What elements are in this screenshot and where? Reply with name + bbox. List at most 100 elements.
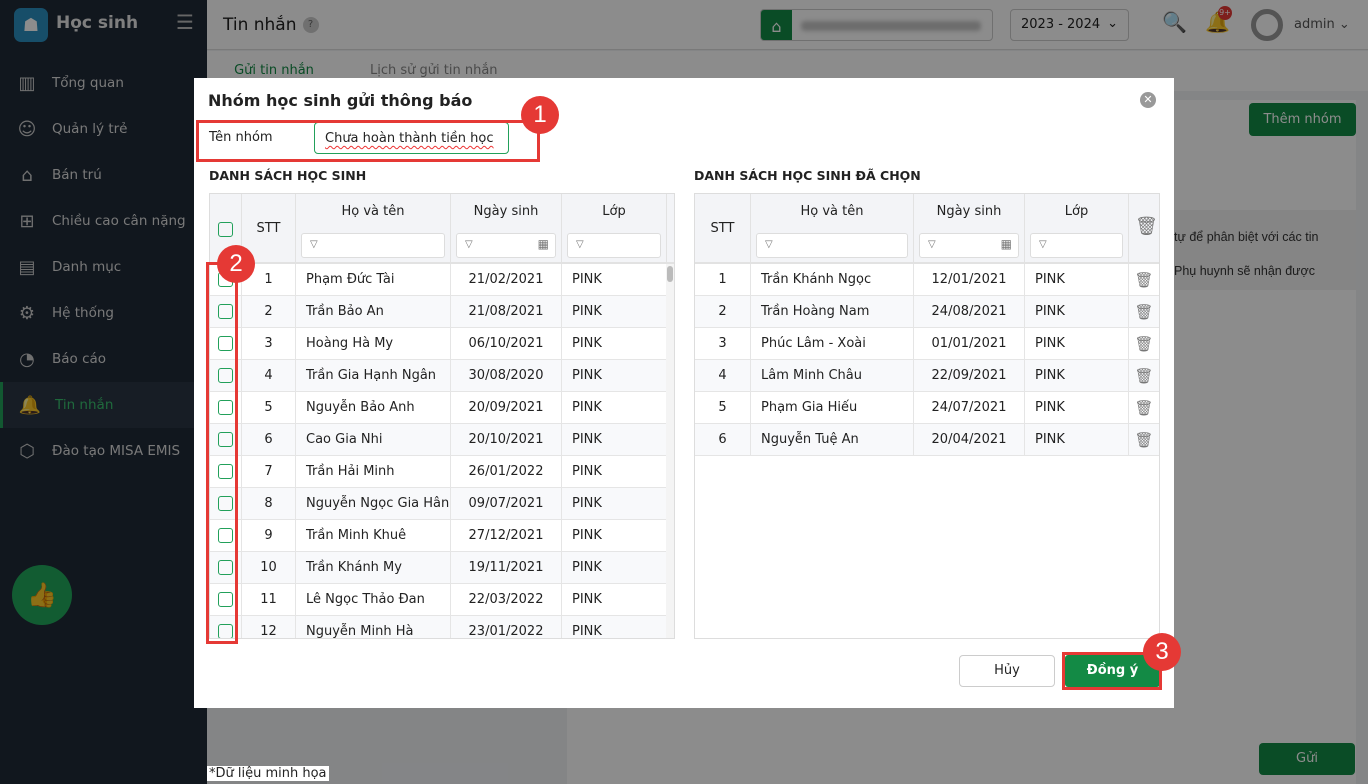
col-class: Lớp — [1064, 204, 1089, 219]
annotation-box-1 — [196, 120, 540, 162]
table-row[interactable]: 1 Phạm Đức Tài 21/02/2021 PINK — [210, 264, 668, 296]
annotation-badge-2: 2 — [217, 245, 255, 283]
cell-name: Cao Gia Nhi — [296, 424, 451, 456]
cell-stt: 6 — [695, 424, 751, 456]
delete-all-icon[interactable]: 🗑 — [1135, 216, 1158, 237]
cell-name: Trần Minh Khuê — [296, 520, 451, 552]
select-all-checkbox[interactable] — [218, 222, 233, 237]
cell-class: PINK — [562, 520, 668, 552]
calendar-icon[interactable]: ▦ — [1001, 237, 1012, 251]
table-row: 5 Phạm Gia Hiếu 24/07/2021 PINK 🗑 — [695, 392, 1159, 424]
dob-filter-input[interactable]: ▽ ▦ — [456, 233, 556, 258]
cell-stt: 8 — [242, 488, 296, 520]
cell-dob: 12/01/2021 — [914, 264, 1025, 296]
cell-name: Nguyễn Minh Hà — [296, 616, 451, 638]
table-row[interactable]: 3 Hoàng Hà My 06/10/2021 PINK — [210, 328, 668, 360]
cell-stt: 3 — [695, 328, 751, 360]
cell-name: Trần Hải Minh — [296, 456, 451, 488]
cell-dob: 06/10/2021 — [451, 328, 562, 360]
table-row[interactable]: 6 Cao Gia Nhi 20/10/2021 PINK — [210, 424, 668, 456]
col-dob: Ngày sinh — [473, 204, 539, 219]
cell-stt: 11 — [242, 584, 296, 616]
student-rows: 1 Phạm Đức Tài 21/02/2021 PINK 2 Trần Bả… — [210, 264, 668, 638]
cell-dob: 09/07/2021 — [451, 488, 562, 520]
table-row[interactable]: 9 Trần Minh Khuê 27/12/2021 PINK — [210, 520, 668, 552]
class-filter-input[interactable]: ▽ — [1030, 233, 1123, 258]
delete-row-icon[interactable]: 🗑 — [1129, 328, 1159, 360]
cell-class: PINK — [1025, 296, 1129, 328]
selected-table: STT Họ và tên ▽ Ngày sinh ▽ ▦ Lớp ▽ 🗑 1 Trần… — [694, 193, 1160, 639]
calendar-icon[interactable]: ▦ — [538, 237, 549, 251]
close-icon[interactable]: ✕ — [1140, 92, 1156, 108]
table-row[interactable]: 8 Nguyễn Ngọc Gia Hân 09/07/2021 PINK — [210, 488, 668, 520]
cell-dob: 01/01/2021 — [914, 328, 1025, 360]
cell-name: Lê Ngọc Thảo Đan — [296, 584, 451, 616]
cell-name: Trần Gia Hạnh Ngân — [296, 360, 451, 392]
cancel-button[interactable]: Hủy — [959, 655, 1055, 687]
selected-rows: 1 Trần Khánh Ngọc 12/01/2021 PINK 🗑 2 Trầ… — [695, 264, 1159, 638]
cell-dob: 26/01/2022 — [451, 456, 562, 488]
table-row: 2 Trần Hoàng Nam 24/08/2021 PINK 🗑 — [695, 296, 1159, 328]
col-dob: Ngày sinh — [936, 204, 1002, 219]
cell-stt: 6 — [242, 424, 296, 456]
cell-name: Trần Khánh Ngọc — [751, 264, 914, 296]
cell-class: PINK — [1025, 424, 1129, 456]
class-filter-input[interactable]: ▽ — [567, 233, 661, 258]
table-row[interactable]: 2 Trần Bảo An 21/08/2021 PINK — [210, 296, 668, 328]
cell-name: Trần Bảo An — [296, 296, 451, 328]
table-row[interactable]: 11 Lê Ngọc Thảo Đan 22/03/2022 PINK — [210, 584, 668, 616]
cell-class: PINK — [562, 488, 668, 520]
cell-dob: 24/07/2021 — [914, 392, 1025, 424]
cell-name: Trần Khánh My — [296, 552, 451, 584]
dialog-title: Nhóm học sinh gửi thông báo — [208, 91, 473, 110]
cell-class: PINK — [562, 552, 668, 584]
table-row: 6 Nguyễn Tuệ An 20/04/2021 PINK 🗑 — [695, 424, 1159, 456]
cell-dob: 20/09/2021 — [451, 392, 562, 424]
cell-class: PINK — [1025, 328, 1129, 360]
cell-class: PINK — [562, 424, 668, 456]
table-header: STT Họ và tên ▽ Ngày sinh ▽ ▦ Lớp ▽ — [210, 194, 674, 264]
table-row: 3 Phúc Lâm - Xoài 01/01/2021 PINK 🗑 — [695, 328, 1159, 360]
cell-stt: 12 — [242, 616, 296, 638]
cell-name: Phúc Lâm - Xoài — [751, 328, 914, 360]
cell-stt: 4 — [242, 360, 296, 392]
col-class: Lớp — [602, 204, 626, 219]
cell-stt: 9 — [242, 520, 296, 552]
cell-class: PINK — [562, 360, 668, 392]
delete-row-icon[interactable]: 🗑 — [1129, 424, 1159, 456]
cell-name: Phạm Gia Hiếu — [751, 392, 914, 424]
table-header: STT Họ và tên ▽ Ngày sinh ▽ ▦ Lớp ▽ 🗑 — [695, 194, 1159, 264]
cell-dob: 27/12/2021 — [451, 520, 562, 552]
cell-stt: 4 — [695, 360, 751, 392]
table-row[interactable]: 12 Nguyễn Minh Hà 23/01/2022 PINK — [210, 616, 668, 638]
name-filter-input[interactable]: ▽ — [301, 233, 445, 258]
student-list-title: DANH SÁCH HỌC SINH — [209, 168, 367, 183]
table-row[interactable]: 7 Trần Hải Minh 26/01/2022 PINK — [210, 456, 668, 488]
cell-name: Hoàng Hà My — [296, 328, 451, 360]
cell-stt: 5 — [242, 392, 296, 424]
col-stt: STT — [256, 221, 281, 236]
delete-row-icon[interactable]: 🗑 — [1129, 392, 1159, 424]
table-row[interactable]: 5 Nguyễn Bảo Anh 20/09/2021 PINK — [210, 392, 668, 424]
cell-name: Nguyễn Ngọc Gia Hân — [296, 488, 451, 520]
dob-filter-input[interactable]: ▽ ▦ — [919, 233, 1019, 258]
cell-stt: 7 — [242, 456, 296, 488]
cell-name: Nguyễn Tuệ An — [751, 424, 914, 456]
table-row[interactable]: 10 Trần Khánh My 19/11/2021 PINK — [210, 552, 668, 584]
table-row: 4 Lâm Minh Châu 22/09/2021 PINK 🗑 — [695, 360, 1159, 392]
delete-row-icon[interactable]: 🗑 — [1129, 264, 1159, 296]
annotation-badge-1: 1 — [521, 96, 559, 134]
group-dialog: Nhóm học sinh gửi thông báo ✕ Tên nhóm C… — [194, 78, 1174, 708]
delete-row-icon[interactable]: 🗑 — [1129, 296, 1159, 328]
name-filter-input[interactable]: ▽ — [756, 233, 908, 258]
scrollbar[interactable] — [666, 264, 674, 638]
cell-stt: 10 — [242, 552, 296, 584]
footnote: *Dữ liệu minh họa — [207, 766, 329, 781]
cell-stt: 2 — [695, 296, 751, 328]
delete-row-icon[interactable]: 🗑 — [1129, 360, 1159, 392]
cell-dob: 24/08/2021 — [914, 296, 1025, 328]
table-row[interactable]: 4 Trần Gia Hạnh Ngân 30/08/2020 PINK — [210, 360, 668, 392]
cell-dob: 22/03/2022 — [451, 584, 562, 616]
cell-dob: 22/09/2021 — [914, 360, 1025, 392]
annotation-box-2 — [206, 262, 238, 644]
